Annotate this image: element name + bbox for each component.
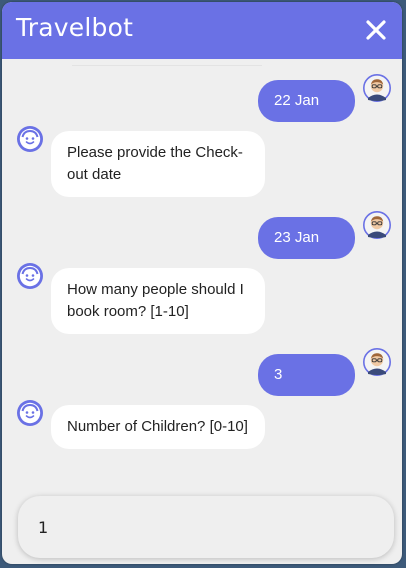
user-avatar xyxy=(363,74,391,102)
message-text: 3 xyxy=(274,366,283,383)
message-input[interactable] xyxy=(38,516,358,538)
close-button[interactable] xyxy=(362,16,390,44)
message-text: 22 Jan xyxy=(274,92,320,109)
user-avatar-icon xyxy=(363,211,391,239)
bot-avatar-icon xyxy=(17,400,43,426)
bot-avatar xyxy=(16,125,44,153)
message-composer xyxy=(18,496,394,558)
bot-avatar xyxy=(16,262,44,290)
chat-header: Travelbot xyxy=(2,2,402,59)
bot-message: Number of Children? [0-10] xyxy=(51,405,265,449)
message-text: Number of Children? [0-10] xyxy=(67,418,248,435)
bot-message: Please provide the Check-out date xyxy=(51,131,265,197)
user-message: 22 Jan xyxy=(258,80,355,122)
bot-avatar-icon xyxy=(17,126,43,152)
user-avatar-icon xyxy=(363,74,391,102)
user-message: 23 Jan xyxy=(258,217,355,259)
chat-title: Travelbot xyxy=(16,13,134,42)
message-text: How many people should I book room? [1-1… xyxy=(67,281,244,320)
bot-message: How many people should I book room? [1-1… xyxy=(51,268,265,334)
user-message: 3 xyxy=(258,354,355,396)
bot-avatar-icon xyxy=(17,263,43,289)
close-icon xyxy=(366,20,386,40)
divider xyxy=(72,65,262,66)
message-text: 23 Jan xyxy=(274,229,320,246)
message-text: Please provide the Check-out date xyxy=(67,144,243,183)
chat-window: Travelbot 22 Jan Please provide the Chec… xyxy=(2,2,402,564)
user-avatar xyxy=(363,348,391,376)
user-avatar xyxy=(363,211,391,239)
user-avatar-icon xyxy=(363,348,391,376)
bot-avatar xyxy=(16,399,44,427)
